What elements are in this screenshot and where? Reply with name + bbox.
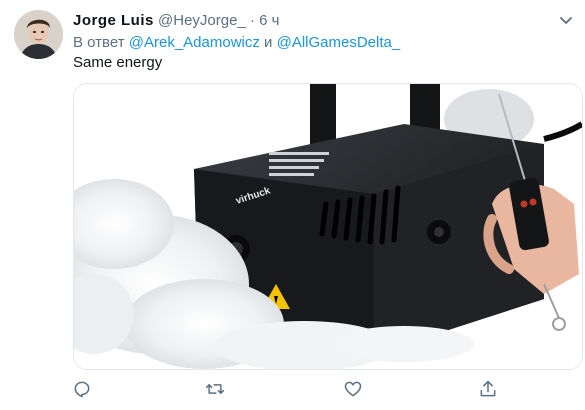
like-icon[interactable]	[340, 376, 366, 402]
tweet-actions	[73, 376, 503, 402]
share-icon[interactable]	[475, 376, 501, 402]
avatar-photo	[14, 10, 63, 59]
fog-machine-photo: virhuck	[74, 84, 582, 369]
tweet-header: Jorge Luis @HeyJorge_ · 6 ч	[73, 11, 575, 31]
tweet-media[interactable]: virhuck	[73, 83, 583, 370]
avatar[interactable]	[14, 10, 63, 59]
retweet-icon[interactable]	[202, 376, 228, 402]
reply-context: В ответ @Arek_Adamowicz и @AllGamesDelta…	[73, 33, 400, 53]
reply-conjunction: и	[264, 34, 273, 51]
tweet[interactable]: Jorge Luis @HeyJorge_ · 6 ч В ответ @Are…	[0, 0, 585, 410]
author-name[interactable]: Jorge Luis	[73, 12, 154, 29]
tweet-text: Same energy	[73, 54, 163, 71]
reply-mention-1[interactable]: @Arek_Adamowicz	[129, 34, 260, 51]
separator-dot: ·	[249, 12, 255, 29]
reply-icon[interactable]	[69, 376, 95, 402]
tweet-time[interactable]: 6 ч	[259, 12, 279, 29]
reply-prefix: В ответ	[73, 34, 125, 51]
more-options-icon[interactable]	[557, 13, 575, 29]
reply-mention-2[interactable]: @AllGamesDelta_	[277, 34, 401, 51]
author-handle[interactable]: @HeyJorge_	[158, 12, 246, 29]
